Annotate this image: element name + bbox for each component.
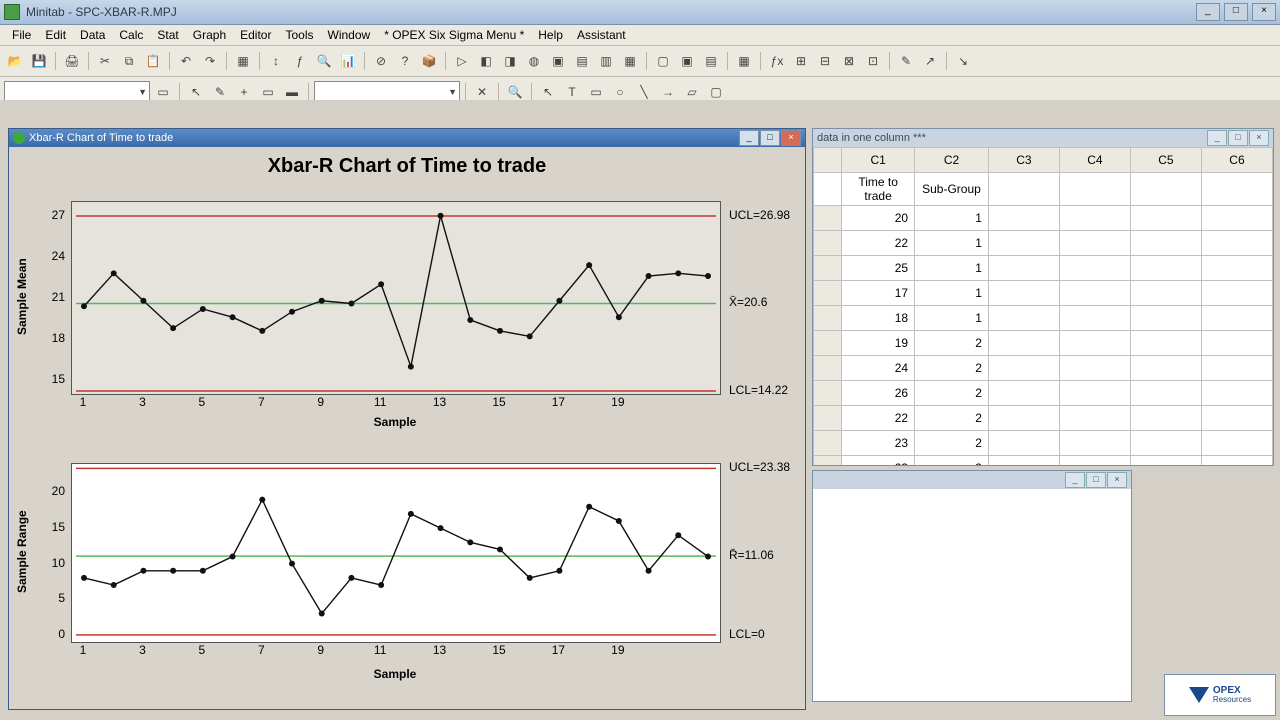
open-icon[interactable]: 📂 bbox=[4, 50, 26, 72]
worksheet-grid[interactable]: C1C2C3C4C5C6Time to tradeSub-Group201221… bbox=[813, 147, 1273, 465]
menubar: File Edit Data Calc Stat Graph Editor To… bbox=[0, 25, 1280, 46]
cancel-icon[interactable]: ⊘ bbox=[370, 50, 392, 72]
menu-data[interactable]: Data bbox=[74, 26, 111, 44]
r-plot bbox=[72, 464, 720, 642]
chart-max-button[interactable]: □ bbox=[760, 130, 780, 146]
app-icon bbox=[4, 4, 20, 20]
g4-icon[interactable]: ▣ bbox=[547, 50, 569, 72]
p2-icon[interactable]: ↗ bbox=[919, 50, 941, 72]
xbar-ylabel: Sample Mean bbox=[15, 201, 33, 393]
xbar-ucl-label: UCL=26.98 bbox=[729, 208, 790, 222]
project-icon[interactable]: ▦ bbox=[232, 50, 254, 72]
window-buttons: _ □ × bbox=[1195, 3, 1276, 21]
ws-close-button[interactable]: × bbox=[1249, 130, 1269, 146]
a2-icon[interactable]: ⊟ bbox=[814, 50, 836, 72]
save-icon[interactable]: 💾 bbox=[28, 50, 50, 72]
menu-help[interactable]: Help bbox=[532, 26, 569, 44]
menu-assistant[interactable]: Assistant bbox=[571, 26, 632, 44]
close-button[interactable]: × bbox=[1252, 3, 1276, 21]
r-ylabel: Sample Range bbox=[15, 463, 33, 641]
menu-editor[interactable]: Editor bbox=[234, 26, 277, 44]
xbar-lcl-label: LCL=14.22 bbox=[729, 383, 788, 397]
menu-edit[interactable]: Edit bbox=[39, 26, 72, 44]
app-title: Minitab - SPC-XBAR-R.MPJ bbox=[26, 5, 177, 19]
xbar-xlabel: Sample bbox=[71, 415, 719, 429]
g2-icon[interactable]: ◨ bbox=[499, 50, 521, 72]
xbar-cl-label: X̄=20.6 bbox=[729, 295, 767, 309]
r-panel bbox=[71, 463, 721, 643]
a4-icon[interactable]: ⊡ bbox=[862, 50, 884, 72]
chart-icon[interactable]: 📊 bbox=[337, 50, 359, 72]
paste-icon[interactable]: 📋 bbox=[142, 50, 164, 72]
redo-icon[interactable]: ↷ bbox=[199, 50, 221, 72]
grid-icon[interactable]: ▦ bbox=[733, 50, 755, 72]
ws-max-button[interactable]: □ bbox=[1228, 130, 1248, 146]
session-body[interactable] bbox=[813, 489, 1131, 701]
chart-window: Xbar-R Chart of Time to trade _ □ × Xbar… bbox=[8, 128, 806, 710]
menu-graph[interactable]: Graph bbox=[187, 26, 232, 44]
w1-icon[interactable]: ▢ bbox=[652, 50, 674, 72]
ws-min-button[interactable]: _ bbox=[1207, 130, 1227, 146]
r-cl-label: R̄=11.06 bbox=[729, 548, 774, 562]
session-window: _ □ × bbox=[812, 470, 1132, 702]
app-titlebar: Minitab - SPC-XBAR-R.MPJ _ □ × bbox=[0, 0, 1280, 25]
r-ucl-label: UCL=23.38 bbox=[729, 460, 790, 474]
g1-icon[interactable]: ◧ bbox=[475, 50, 497, 72]
w3-icon[interactable]: ▤ bbox=[700, 50, 722, 72]
opex-sub: Resources bbox=[1213, 696, 1251, 704]
g5-icon[interactable]: ▤ bbox=[571, 50, 593, 72]
sess-close-button[interactable]: × bbox=[1107, 472, 1127, 488]
g6-icon[interactable]: ▥ bbox=[595, 50, 617, 72]
chart-close-button[interactable]: × bbox=[781, 130, 801, 146]
maximize-button[interactable]: □ bbox=[1224, 3, 1248, 21]
sess-max-button[interactable]: □ bbox=[1086, 472, 1106, 488]
toolbar-main: 📂 💾 🖨 ✂ ⧉ 📋 ↶ ↷ ▦ ↕ ƒ 🔍 📊 ⊘ ? 📦 ▷ ◧ ◨ ◍ … bbox=[0, 46, 1280, 77]
chart-window-icon bbox=[13, 132, 25, 144]
menu-opex[interactable]: * OPEX Six Sigma Menu * bbox=[378, 26, 530, 44]
worksheet-titlebar[interactable]: data in one column *** _ □ × bbox=[813, 129, 1273, 147]
chart-canvas: Xbar-R Chart of Time to trade Sample Mea… bbox=[9, 147, 805, 709]
g7-icon[interactable]: ▦ bbox=[619, 50, 641, 72]
menu-window[interactable]: Window bbox=[322, 26, 377, 44]
menu-file[interactable]: File bbox=[6, 26, 37, 44]
r-yticks: 05101520 bbox=[39, 463, 67, 641]
worksheet-title: data in one column *** bbox=[817, 132, 926, 144]
chart-window-titlebar[interactable]: Xbar-R Chart of Time to trade _ □ × bbox=[9, 129, 805, 147]
stat-icon[interactable]: ƒ bbox=[289, 50, 311, 72]
worksheet-window: data in one column *** _ □ × C1C2C3C4C5C… bbox=[812, 128, 1274, 466]
menu-stat[interactable]: Stat bbox=[151, 26, 184, 44]
g3-icon[interactable]: ◍ bbox=[523, 50, 545, 72]
chart-min-button[interactable]: _ bbox=[739, 130, 759, 146]
chart-title: Xbar-R Chart of Time to trade bbox=[9, 147, 805, 182]
chart-window-title: Xbar-R Chart of Time to trade bbox=[29, 132, 173, 144]
w2-icon[interactable]: ▣ bbox=[676, 50, 698, 72]
menu-tools[interactable]: Tools bbox=[279, 26, 319, 44]
session-titlebar[interactable]: _ □ × bbox=[813, 471, 1131, 489]
xbar-yticks: 1518212427 bbox=[39, 201, 67, 393]
copy-icon[interactable]: ⧉ bbox=[118, 50, 140, 72]
r-lcl-label: LCL=0 bbox=[729, 627, 765, 641]
fx-icon[interactable]: ƒx bbox=[766, 50, 788, 72]
insert-icon[interactable]: ↕ bbox=[265, 50, 287, 72]
a1-icon[interactable]: ⊞ bbox=[790, 50, 812, 72]
xbar-plot bbox=[72, 202, 720, 394]
sess-min-button[interactable]: _ bbox=[1065, 472, 1085, 488]
a3-icon[interactable]: ⊠ bbox=[838, 50, 860, 72]
menu-calc[interactable]: Calc bbox=[113, 26, 149, 44]
run-icon[interactable]: ▷ bbox=[451, 50, 473, 72]
workspace: Xbar-R Chart of Time to trade _ □ × Xbar… bbox=[0, 100, 1280, 720]
opex-logo: OPEX Resources bbox=[1164, 674, 1276, 716]
p3-icon[interactable]: ↘ bbox=[952, 50, 974, 72]
p1-icon[interactable]: ✎ bbox=[895, 50, 917, 72]
help-icon[interactable]: ? bbox=[394, 50, 416, 72]
print-icon[interactable]: 🖨 bbox=[61, 50, 83, 72]
box-icon[interactable]: 📦 bbox=[418, 50, 440, 72]
undo-icon[interactable]: ↶ bbox=[175, 50, 197, 72]
opex-triangle-icon bbox=[1189, 687, 1209, 703]
minimize-button[interactable]: _ bbox=[1196, 3, 1220, 21]
xbar-panel bbox=[71, 201, 721, 395]
find-icon[interactable]: 🔍 bbox=[313, 50, 335, 72]
cut-icon[interactable]: ✂ bbox=[94, 50, 116, 72]
r-xlabel: Sample bbox=[71, 667, 719, 681]
